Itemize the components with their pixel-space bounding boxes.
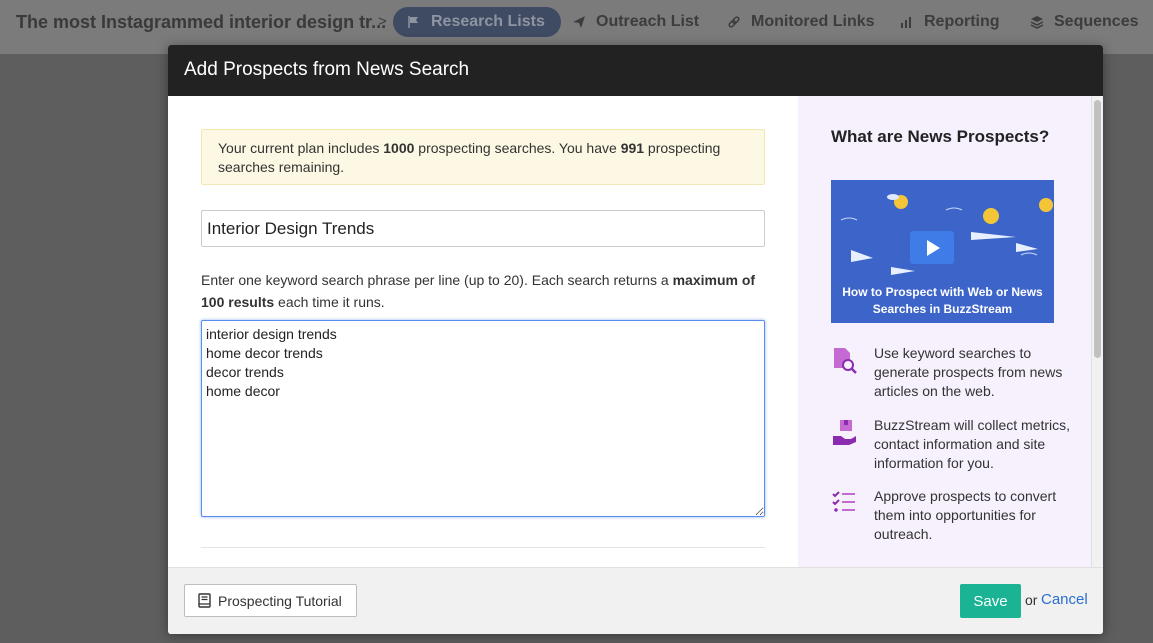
- tab-sequences[interactable]: Sequences: [1030, 7, 1138, 37]
- feature-item: BuzzStream will collect metrics, contact…: [831, 416, 1071, 473]
- feature-text: Use keyword searches to generate prospec…: [874, 345, 1063, 399]
- form-pane: Your current plan includes 1000 prospect…: [168, 96, 798, 567]
- scrollbar-thumb[interactable]: [1094, 100, 1101, 358]
- box-hand-icon: [833, 420, 856, 445]
- keywords-textarea[interactable]: interior design trends home decor trends…: [201, 320, 765, 517]
- tab-outreach-list[interactable]: Outreach List: [572, 7, 699, 37]
- tab-label: Monitored Links: [751, 13, 875, 30]
- search-document-icon: [834, 348, 857, 374]
- tab-label: Outreach List: [596, 13, 700, 30]
- book-icon: [198, 593, 211, 608]
- divider: [201, 547, 765, 548]
- tutorial-button-label: Prospecting Tutorial: [218, 592, 342, 609]
- project-title[interactable]: The most Instagrammed interior design tr…: [16, 12, 386, 33]
- save-button[interactable]: Save: [960, 584, 1021, 618]
- search-name-input[interactable]: [201, 210, 765, 247]
- notice-text-mid: prospecting searches. You have: [414, 140, 621, 156]
- feature-item: Use keyword searches to generate prospec…: [831, 344, 1071, 401]
- modal-body: Your current plan includes 1000 prospect…: [168, 96, 1103, 567]
- keyword-help-text: Enter one keyword search phrase per line…: [201, 269, 765, 313]
- add-prospects-modal: Add Prospects from News Search Your curr…: [168, 45, 1103, 634]
- remaining-count: 991: [620, 140, 645, 156]
- prospecting-tutorial-button[interactable]: Prospecting Tutorial: [184, 584, 357, 617]
- or-text: or: [1025, 592, 1038, 608]
- feature-item: Approve prospects to convert them into o…: [831, 487, 1071, 544]
- play-icon[interactable]: [910, 231, 954, 264]
- paper-plane-icon: [573, 16, 585, 28]
- cancel-link[interactable]: Cancel: [1041, 591, 1088, 608]
- sidebar-scrollbar[interactable]: [1091, 96, 1103, 567]
- tab-reporting[interactable]: Reporting: [900, 7, 1000, 37]
- feature-text: BuzzStream will collect metrics, contact…: [874, 417, 1071, 471]
- tutorial-video[interactable]: How to Prospect with Web or News Searche…: [831, 180, 1054, 323]
- layers-icon: [1030, 16, 1044, 29]
- checklist-icon: [832, 491, 855, 512]
- tab-label: Reporting: [924, 13, 1000, 30]
- modal-footer: Prospecting Tutorial Save or Cancel: [168, 567, 1103, 634]
- info-sidebar: What are News Prospects? How to Prospect…: [798, 96, 1103, 567]
- modal-title: Add Prospects from News Search: [168, 45, 1103, 96]
- breadcrumb-separator: >: [378, 13, 387, 30]
- sidebar-title: What are News Prospects?: [831, 127, 1050, 146]
- plan-total-count: 1000: [383, 140, 415, 156]
- feature-text: Approve prospects to convert them into o…: [874, 488, 1057, 542]
- tab-research-lists[interactable]: Research Lists: [393, 7, 561, 37]
- tab-monitored-links[interactable]: Monitored Links: [727, 7, 875, 37]
- plan-notice: Your current plan includes 1000 prospect…: [201, 129, 765, 185]
- notice-text-pre: Your current plan includes: [218, 140, 384, 156]
- link-icon: [728, 16, 740, 28]
- bar-chart-icon: [901, 17, 911, 28]
- tab-label: Research Lists: [431, 13, 545, 30]
- video-caption: How to Prospect with Web or News Searche…: [842, 285, 1043, 316]
- help-text-pre: Enter one keyword search phrase per line…: [201, 272, 673, 288]
- tab-label: Sequences: [1054, 13, 1139, 30]
- help-text-post: each time it runs.: [274, 294, 385, 310]
- flag-icon: [408, 16, 418, 28]
